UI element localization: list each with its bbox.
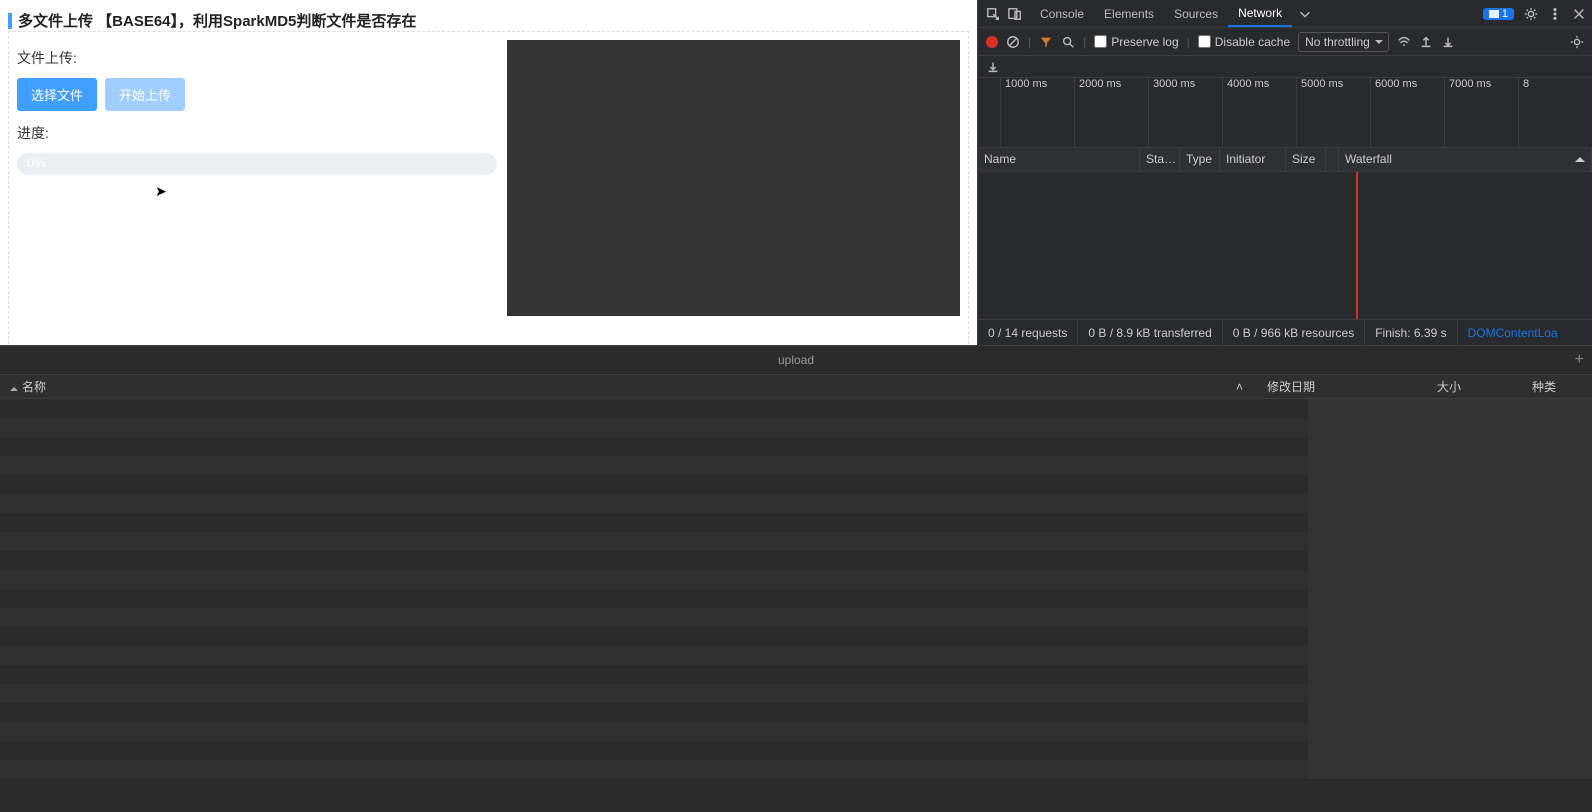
download-har-icon[interactable] [1441,35,1455,49]
col-type[interactable]: Type [1180,148,1220,171]
request-table-body [978,172,1592,319]
col-initiator[interactable]: Initiator [1220,148,1286,171]
tick-2000: 2000 ms [1074,78,1148,98]
col-name[interactable]: Name [978,148,1140,171]
list-item [0,418,1308,437]
list-item [0,741,1308,760]
filecol-size[interactable]: 大小 [1427,378,1522,395]
progress-bar: 0% [17,153,497,175]
tick-5000: 5000 ms [1296,78,1370,98]
title-accent-bar [8,13,12,29]
list-item [0,627,1308,646]
issues-badge[interactable]: 1 [1483,8,1514,20]
filecol-date[interactable]: 修改日期 [1257,378,1427,395]
devtools-panel: Console Elements Sources Network 1 [977,0,1592,345]
list-item [0,760,1308,779]
request-table-header[interactable]: Name Sta… Type Initiator Size Waterfall [978,148,1592,172]
preview-box [507,40,960,316]
settings-icon[interactable] [1524,7,1538,21]
tab-sources[interactable]: Sources [1164,0,1228,27]
throttling-select[interactable]: No throttling [1298,32,1389,52]
list-item [0,665,1308,684]
list-item [0,551,1308,570]
tab-network[interactable]: Network [1228,0,1292,27]
filecol-name[interactable]: 名称 ˄ [0,378,1257,395]
tab-console[interactable]: Console [1030,0,1094,27]
tab-elements[interactable]: Elements [1094,0,1164,27]
disable-cache-checkbox[interactable]: Disable cache [1198,35,1290,49]
network-settings-icon[interactable] [1570,35,1584,49]
add-folder-icon[interactable]: + [1575,351,1584,369]
cursor-icon: ➤ [155,183,167,200]
filter-icon[interactable] [1039,35,1053,49]
status-domcontentloaded[interactable]: DOMContentLoa [1458,320,1568,345]
close-devtools-icon[interactable] [1572,7,1586,21]
more-tabs-icon[interactable] [1298,7,1312,21]
list-item [0,532,1308,551]
download-small-icon[interactable] [986,60,1000,74]
col-waterfall[interactable]: Waterfall [1339,148,1592,171]
progress-label: 进度: [17,123,497,143]
list-item [0,399,1308,418]
tick-6000: 6000 ms [1370,78,1444,98]
kebab-menu-icon[interactable] [1548,7,1562,21]
list-item [0,437,1308,456]
status-transferred: 0 B / 8.9 kB transferred [1078,320,1222,345]
progress-text: 0% [27,155,46,170]
tick-3000: 3000 ms [1148,78,1222,98]
page-title: 多文件上传 【BASE64】，利用SparkMD5判断文件是否存在 [18,10,416,31]
device-toggle-icon[interactable] [1008,7,1022,21]
tick-7000: 7000 ms [1444,78,1518,98]
preserve-log-checkbox[interactable]: Preserve log [1094,35,1178,49]
sort-indicator-icon [10,383,18,391]
list-item [0,570,1308,589]
inspect-icon[interactable] [986,7,1000,21]
list-item [0,494,1308,513]
choose-file-button[interactable]: 选择文件 [17,78,97,111]
list-item [0,513,1308,532]
tick-4000: 4000 ms [1222,78,1296,98]
list-item [0,703,1308,722]
list-item [0,475,1308,494]
network-timeline[interactable]: 1000 ms 2000 ms 3000 ms 4000 ms 5000 ms … [978,78,1592,148]
file-browser-panel: upload + 名称 ˄ 修改日期 大小 种类 [0,345,1592,812]
status-resources: 0 B / 966 kB resources [1223,320,1365,345]
status-requests: 0 / 14 requests [978,320,1078,345]
record-button[interactable] [986,36,998,48]
file-preview-pane [1308,399,1592,779]
issues-count: 1 [1502,8,1508,20]
tick-8000: 8 [1518,78,1592,98]
devtools-status-bar: 0 / 14 requests 0 B / 8.9 kB transferred… [978,319,1592,345]
tick-1000: 1000 ms [1000,78,1074,98]
clear-icon[interactable] [1006,35,1020,49]
load-marker-line [1356,172,1358,319]
col-size[interactable]: Size [1286,148,1326,171]
list-item [0,684,1308,703]
list-item [0,456,1308,475]
col-status[interactable]: Sta… [1140,148,1180,171]
status-finish: Finish: 6.39 s [1365,320,1457,345]
list-item [0,589,1308,608]
list-item [0,646,1308,665]
wifi-icon[interactable] [1397,35,1411,49]
search-icon[interactable] [1061,35,1075,49]
sort-asc-icon [1575,152,1585,162]
upload-har-icon[interactable] [1419,35,1433,49]
filecol-kind[interactable]: 种类 [1522,378,1592,395]
start-upload-button[interactable]: 开始上传 [105,78,185,111]
folder-title: upload [778,353,814,367]
list-item [0,608,1308,627]
file-list [0,399,1308,779]
list-item [0,722,1308,741]
chevron-up-icon: ˄ [1236,380,1243,394]
webpage-pane: 多文件上传 【BASE64】，利用SparkMD5判断文件是否存在 文件上传: … [0,0,977,345]
upload-label: 文件上传: [17,48,497,68]
